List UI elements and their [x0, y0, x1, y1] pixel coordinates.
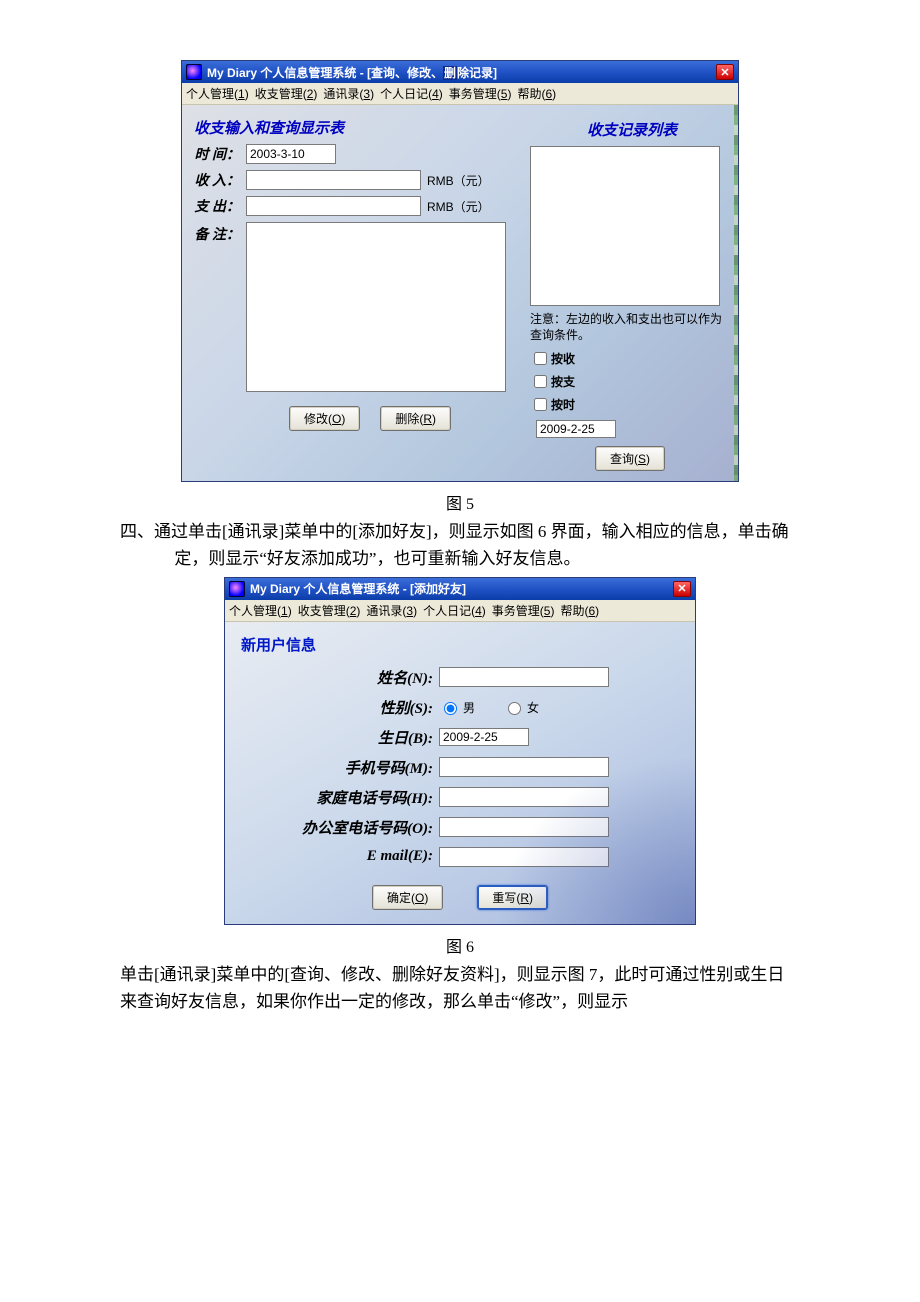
query-note: 注意：左边的收入和支出也可以作为查询条件。: [530, 312, 730, 343]
form-heading: 新用户信息: [241, 634, 681, 655]
menu-contacts[interactable]: 通讯录(3): [323, 85, 374, 102]
check-by-income[interactable]: 按收: [530, 349, 730, 368]
section-title-right: 收支记录列表: [534, 119, 730, 140]
menu-finance[interactable]: 收支管理(2): [255, 85, 318, 102]
menu-diary[interactable]: 个人日记(4): [380, 85, 443, 102]
label-office-phone: 办公室电话号码(O):: [239, 817, 439, 838]
menu-contacts[interactable]: 通讯录(3): [366, 602, 417, 619]
menu-tasks[interactable]: 事务管理(5): [449, 85, 512, 102]
paragraph-instruction-2: 单击[通讯录]菜单中的[查询、修改、删除好友资料]，则显示图 7，此时可通过性别…: [120, 961, 800, 1015]
window-title: My Diary 个人信息管理系统 - [添加好友]: [250, 580, 673, 597]
ok-button[interactable]: 确定(O): [372, 885, 443, 910]
birthday-input[interactable]: [439, 728, 529, 746]
time-input[interactable]: [246, 144, 336, 164]
label-time: 时 间：: [190, 144, 246, 164]
label-expense: 支 出：: [190, 196, 246, 216]
menu-diary[interactable]: 个人日记(4): [423, 602, 486, 619]
office-phone-input[interactable]: [439, 817, 609, 837]
app-icon: [229, 581, 245, 597]
currency-expense: RMB（元）: [427, 198, 490, 215]
query-date-input[interactable]: [536, 420, 616, 438]
modify-button[interactable]: 修改(O): [289, 406, 360, 431]
titlebar[interactable]: My Diary 个人信息管理系统 - [添加好友] ✕: [225, 578, 695, 600]
titlebar[interactable]: My Diary 个人信息管理系统 - [查询、修改、删除记录] ✕: [182, 61, 738, 83]
menu-tasks[interactable]: 事务管理(5): [492, 602, 555, 619]
income-input[interactable]: [246, 170, 421, 190]
menu-finance[interactable]: 收支管理(2): [298, 602, 361, 619]
paragraph-instruction-1: 四、通过单击[通讯录]菜单中的[添加好友]，则显示如图 6 界面，输入相应的信息…: [120, 518, 800, 572]
label-birthday: 生日(B):: [239, 727, 439, 748]
expense-input[interactable]: [246, 196, 421, 216]
menubar: 个人管理(1) 收支管理(2) 通讯录(3) 个人日记(4) 事务管理(5) 帮…: [225, 600, 695, 622]
close-icon[interactable]: ✕: [716, 64, 734, 80]
close-icon[interactable]: ✕: [673, 581, 691, 597]
rewrite-button[interactable]: 重写(R): [477, 885, 548, 910]
check-by-time[interactable]: 按时: [530, 395, 730, 414]
label-email: E mail(E):: [239, 848, 439, 865]
menu-help[interactable]: 帮助(6): [517, 85, 556, 102]
figure-caption-5: 图 5: [120, 490, 800, 514]
label-gender: 性别(S):: [239, 697, 439, 718]
remark-textarea[interactable]: [246, 222, 506, 392]
home-phone-input[interactable]: [439, 787, 609, 807]
delete-button[interactable]: 删除(R): [380, 406, 451, 431]
figure-caption-6: 图 6: [120, 933, 800, 957]
app-icon: [186, 64, 202, 80]
menu-personal[interactable]: 个人管理(1): [229, 602, 292, 619]
section-title-left: 收支输入和查询显示表: [194, 117, 520, 138]
label-name: 姓名(N):: [239, 667, 439, 688]
name-input[interactable]: [439, 667, 609, 687]
window-finance-query: My Diary 个人信息管理系统 - [查询、修改、删除记录] ✕ 个人管理(…: [181, 60, 739, 482]
label-mobile: 手机号码(M):: [239, 757, 439, 778]
menu-personal[interactable]: 个人管理(1): [186, 85, 249, 102]
check-by-expense[interactable]: 按支: [530, 372, 730, 391]
query-button[interactable]: 查询(S): [595, 446, 665, 471]
radio-female[interactable]: 女: [503, 699, 539, 716]
currency-income: RMB（元）: [427, 172, 490, 189]
mobile-input[interactable]: [439, 757, 609, 777]
label-income: 收 入：: [190, 170, 246, 190]
label-remark: 备 注：: [190, 222, 246, 244]
menubar: 个人管理(1) 收支管理(2) 通讯录(3) 个人日记(4) 事务管理(5) 帮…: [182, 83, 738, 105]
menu-help[interactable]: 帮助(6): [560, 602, 599, 619]
window-title: My Diary 个人信息管理系统 - [查询、修改、删除记录]: [207, 64, 716, 81]
window-add-friend: My Diary 个人信息管理系统 - [添加好友] ✕ 个人管理(1) 收支管…: [224, 577, 696, 925]
radio-male[interactable]: 男: [439, 699, 475, 716]
email-input[interactable]: [439, 847, 609, 867]
records-listbox[interactable]: [530, 146, 720, 306]
label-home-phone: 家庭电话号码(H):: [239, 787, 439, 808]
